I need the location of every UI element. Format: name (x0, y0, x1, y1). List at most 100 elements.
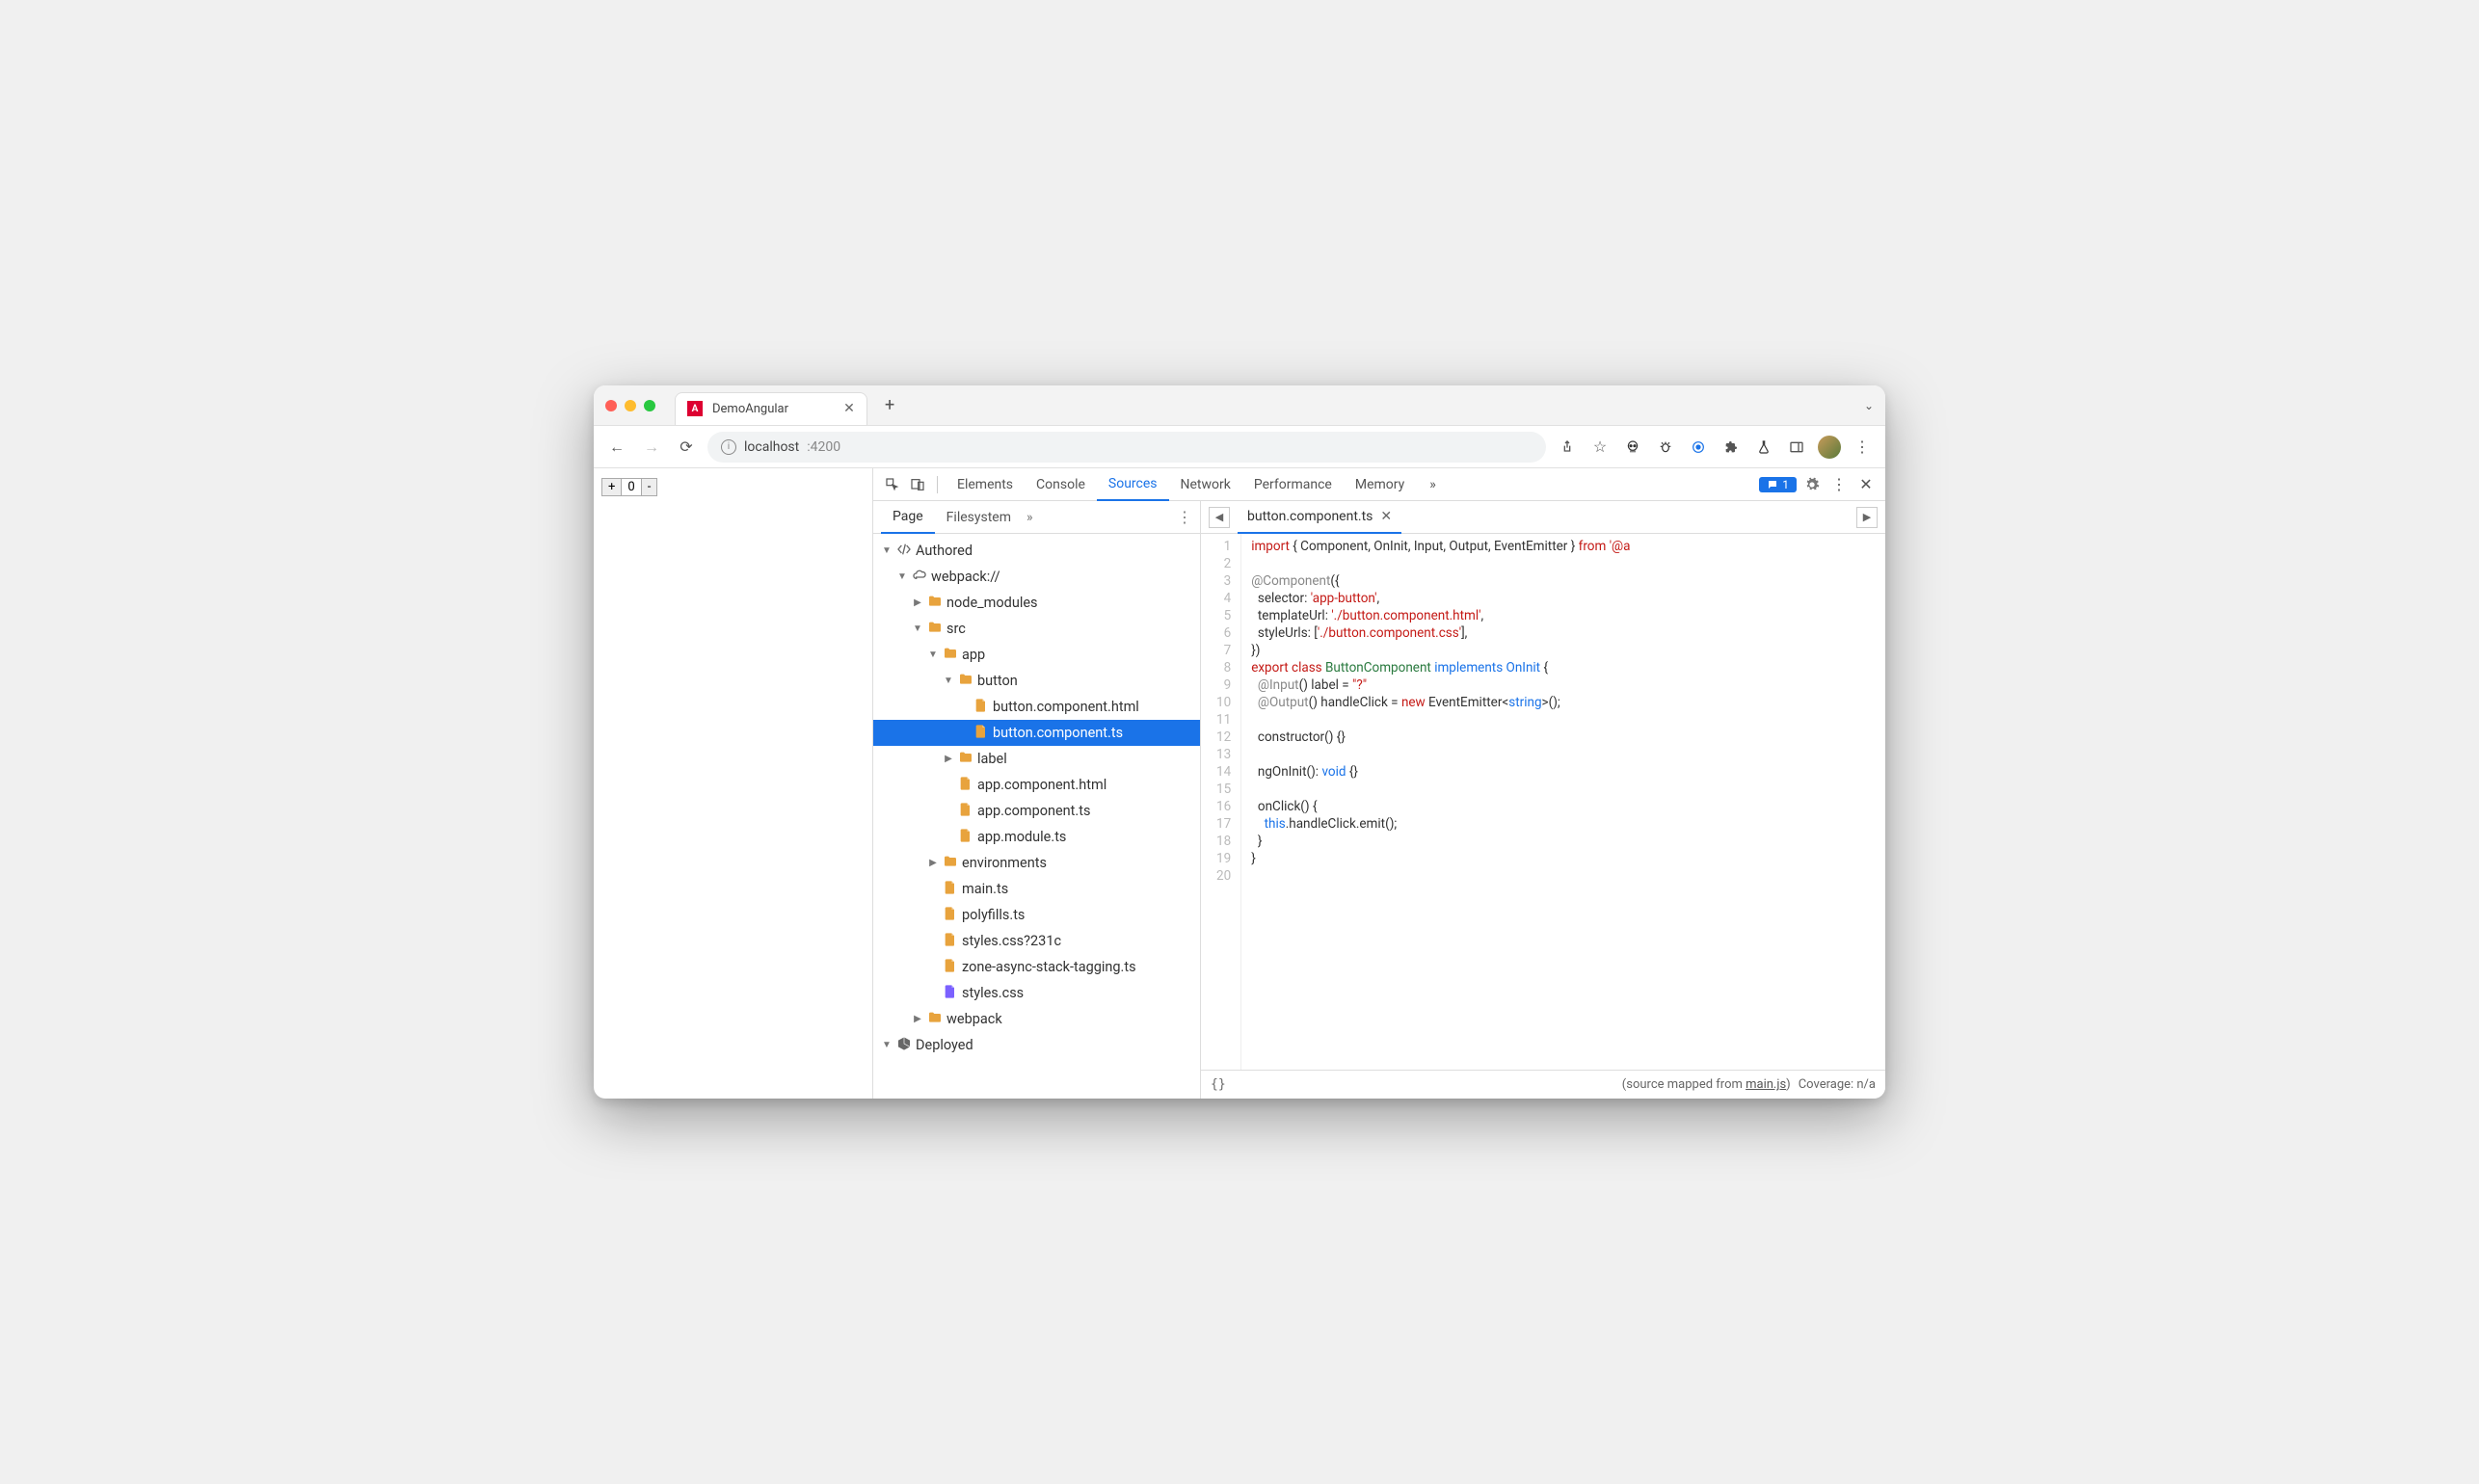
file-icon (958, 776, 973, 795)
show-navigator-icon[interactable]: ◀ (1209, 507, 1230, 528)
tree-item-label: node_modules (946, 595, 1038, 611)
tree-item[interactable]: ▶ label (873, 746, 1200, 772)
increment-button[interactable]: + (602, 479, 621, 495)
tree-item[interactable]: app.component.ts (873, 798, 1200, 824)
twisty-icon: ▼ (912, 623, 923, 634)
devtools-menu-icon[interactable]: ⋮ (1827, 473, 1851, 496)
file-purple-icon (943, 984, 958, 1003)
tabs-dropdown-icon[interactable]: ⌄ (1864, 399, 1874, 412)
tree-item[interactable]: ▼Authored (873, 538, 1200, 564)
tree-item[interactable]: button.component.html (873, 694, 1200, 720)
tree-item-label: app.module.ts (977, 829, 1066, 845)
file-tree[interactable]: ▼Authored▼webpack://▶node_modules▼src▼ap… (873, 534, 1200, 1099)
folder-icon (943, 854, 958, 873)
minimize-window-icon[interactable] (625, 400, 636, 411)
tree-item-label: Deployed (916, 1037, 973, 1053)
tree-item[interactable]: ▼ Deployed (873, 1032, 1200, 1058)
extension-flask-icon[interactable] (1750, 434, 1777, 461)
editor-status-bar: {} (source mapped from main.js) Coverage… (1201, 1070, 1885, 1099)
source-map-link[interactable]: main.js (1746, 1077, 1786, 1092)
reload-button[interactable]: ⟳ (673, 434, 700, 461)
navigator-tab-page[interactable]: Page (881, 501, 935, 534)
sources-navigator: PageFilesystem » ⋮ ▼Authored▼webpack://▶… (873, 501, 1201, 1099)
back-button[interactable]: ← (603, 434, 630, 461)
twisty-icon: ▶ (943, 754, 954, 764)
devtools-tab-memory[interactable]: Memory (1344, 468, 1416, 501)
code-editor[interactable]: 1234567891011121314151617181920 import {… (1201, 534, 1885, 1070)
file-icon (973, 698, 989, 717)
sidepanel-icon[interactable] (1783, 434, 1810, 461)
navigator-menu-icon[interactable]: ⋮ (1177, 508, 1192, 526)
devtools-close-icon[interactable]: ✕ (1854, 473, 1878, 496)
devtools-tab-sources[interactable]: Sources (1097, 468, 1169, 501)
pretty-print-icon[interactable]: {} (1211, 1077, 1226, 1092)
tree-item[interactable]: app.module.ts (873, 824, 1200, 850)
twisty-icon: ▼ (896, 571, 908, 582)
editor-panel: ◀ button.component.ts ✕ ▶ 12345678910111… (1201, 501, 1885, 1099)
tree-item[interactable]: styles.css (873, 980, 1200, 1006)
cloud-icon (912, 568, 927, 587)
titlebar: A DemoAngular ✕ + ⌄ (594, 385, 1885, 426)
new-tab-button[interactable]: + (877, 395, 902, 415)
tree-item[interactable]: polyfills.ts (873, 902, 1200, 928)
tree-item-label: styles.css?231c (962, 933, 1061, 949)
navigator-more-icon[interactable]: » (1026, 510, 1033, 525)
content-area: + 0 - ElementsConsoleSourcesNetworkPerfo… (594, 468, 1885, 1099)
devtools-more-tabs[interactable]: » (1418, 468, 1448, 501)
tree-item[interactable]: ▶webpack (873, 1006, 1200, 1032)
code-body[interactable]: import { Component, OnInit, Input, Outpu… (1241, 534, 1639, 1070)
devtools-tab-performance[interactable]: Performance (1242, 468, 1344, 501)
devtools-tab-elements[interactable]: Elements (946, 468, 1025, 501)
profile-avatar[interactable] (1816, 434, 1843, 461)
tree-item[interactable]: ▶environments (873, 850, 1200, 876)
tree-item[interactable]: main.ts (873, 876, 1200, 902)
coverage-info: Coverage: n/a (1799, 1077, 1876, 1092)
devtools-tab-console[interactable]: Console (1025, 468, 1097, 501)
close-window-icon[interactable] (605, 400, 617, 411)
show-debugger-icon[interactable]: ▶ (1856, 507, 1878, 528)
editor-tab-close-icon[interactable]: ✕ (1380, 509, 1392, 524)
inspect-element-icon[interactable] (881, 473, 904, 496)
extension-skull-icon[interactable] (1619, 434, 1646, 461)
extension-eye-icon[interactable] (1685, 434, 1712, 461)
file-icon (943, 958, 958, 977)
tree-item[interactable]: ▶node_modules (873, 590, 1200, 616)
url-bar[interactable]: i localhost:4200 (707, 432, 1546, 463)
maximize-window-icon[interactable] (644, 400, 655, 411)
browser-tab[interactable]: A DemoAngular ✕ (675, 392, 867, 425)
twisty-icon: ▼ (881, 1040, 893, 1050)
editor-tab[interactable]: button.component.ts ✕ (1238, 501, 1401, 534)
tree-item[interactable]: app.component.html (873, 772, 1200, 798)
tree-item[interactable]: zone-async-stack-tagging.ts (873, 954, 1200, 980)
tree-item[interactable]: ▼webpack:// (873, 564, 1200, 590)
tree-item-label: label (977, 751, 1007, 767)
devtools-tab-network[interactable]: Network (1169, 468, 1242, 501)
tree-item-label: Authored (916, 543, 973, 559)
site-info-icon[interactable]: i (721, 439, 736, 455)
tree-item-label: button (977, 673, 1018, 689)
bookmark-star-icon[interactable]: ☆ (1586, 434, 1613, 461)
issues-badge[interactable]: 1 (1759, 477, 1797, 492)
tree-item[interactable]: button.component.ts (873, 720, 1200, 746)
devtools-toolbar: ElementsConsoleSourcesNetworkPerformance… (873, 468, 1885, 501)
editor-tab-label: button.component.ts (1247, 509, 1373, 524)
tree-item[interactable]: ▼ button (873, 668, 1200, 694)
source-map-info: (source mapped from main.js) (1622, 1077, 1791, 1092)
settings-gear-icon[interactable] (1800, 473, 1824, 496)
decrement-button[interactable]: - (642, 479, 657, 495)
tree-item[interactable]: ▼ src (873, 616, 1200, 642)
deploy-icon (896, 1036, 912, 1055)
navigator-tab-filesystem[interactable]: Filesystem (935, 501, 1023, 534)
browser-menu-icon[interactable]: ⋮ (1849, 434, 1876, 461)
tree-item-label: src (946, 621, 966, 637)
twisty-icon: ▼ (943, 676, 954, 686)
extension-bug-icon[interactable] (1652, 434, 1679, 461)
close-tab-icon[interactable]: ✕ (843, 403, 855, 414)
share-icon[interactable] (1554, 434, 1581, 461)
tree-item[interactable]: ▼app (873, 642, 1200, 668)
tree-item[interactable]: styles.css?231c (873, 928, 1200, 954)
device-toolbar-icon[interactable] (906, 473, 929, 496)
tree-item-label: app.component.html (977, 777, 1106, 793)
extensions-puzzle-icon[interactable] (1718, 434, 1745, 461)
tree-item-label: app.component.ts (977, 803, 1090, 819)
